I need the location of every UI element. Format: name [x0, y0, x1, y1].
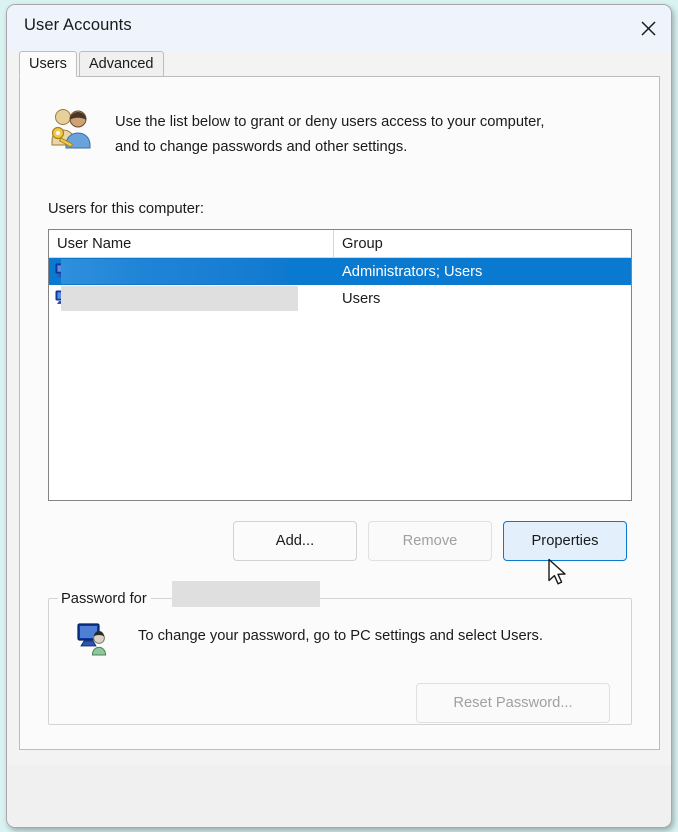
user-monitor-icon	[76, 621, 112, 657]
close-icon[interactable]	[625, 5, 671, 51]
dialog-footer: OK Cancel Apply	[7, 765, 671, 827]
users-list-label: Users for this computer:	[48, 201, 204, 217]
reset-password-button[interactable]: Reset Password...	[416, 683, 610, 723]
row-group-value: Users	[342, 290, 381, 307]
tab-strip: Users Advanced	[19, 51, 660, 77]
users-list[interactable]: User Name Group Administrators; Users Us…	[48, 229, 632, 501]
intro-line-1: Use the list below to grant or deny user…	[115, 114, 545, 130]
redacted-account-name	[172, 581, 320, 607]
remove-user-label: Remove	[402, 533, 458, 549]
table-row[interactable]: Users	[49, 285, 631, 312]
intro-line-2: and to change passwords and other settin…	[115, 139, 408, 155]
redacted-user-name	[61, 259, 288, 284]
users-key-icon	[48, 105, 94, 151]
tab-users[interactable]: Users	[19, 51, 77, 77]
column-header-group[interactable]: Group	[334, 230, 631, 257]
window-title: User Accounts	[24, 16, 132, 34]
row-group-value: Administrators; Users	[342, 263, 483, 280]
tab-advanced[interactable]: Advanced	[79, 51, 164, 77]
tab-users-label: Users	[29, 56, 67, 72]
intro-text: Use the list below to grant or deny user…	[115, 110, 595, 160]
column-header-user-name[interactable]: User Name	[49, 230, 334, 257]
password-group-legend: Password for	[58, 589, 151, 608]
list-header: User Name Group	[49, 230, 631, 258]
properties-label: Properties	[531, 533, 599, 549]
add-user-button[interactable]: Add...	[233, 521, 357, 561]
table-row[interactable]: Administrators; Users	[49, 258, 631, 285]
properties-button[interactable]: Properties	[503, 521, 627, 561]
mouse-cursor	[547, 558, 569, 588]
redacted-user-name	[61, 286, 298, 311]
users-tab-page: Use the list below to grant or deny user…	[19, 76, 660, 750]
password-description: To change your password, go to PC settin…	[138, 628, 543, 644]
add-user-label: Add...	[275, 533, 315, 549]
remove-user-button[interactable]: Remove	[368, 521, 492, 561]
title-bar: User Accounts	[7, 5, 671, 51]
user-accounts-dialog: User Accounts Users Advanced Use the lis…	[6, 4, 672, 828]
tab-advanced-label: Advanced	[89, 56, 154, 72]
reset-password-label: Reset Password...	[453, 695, 573, 711]
